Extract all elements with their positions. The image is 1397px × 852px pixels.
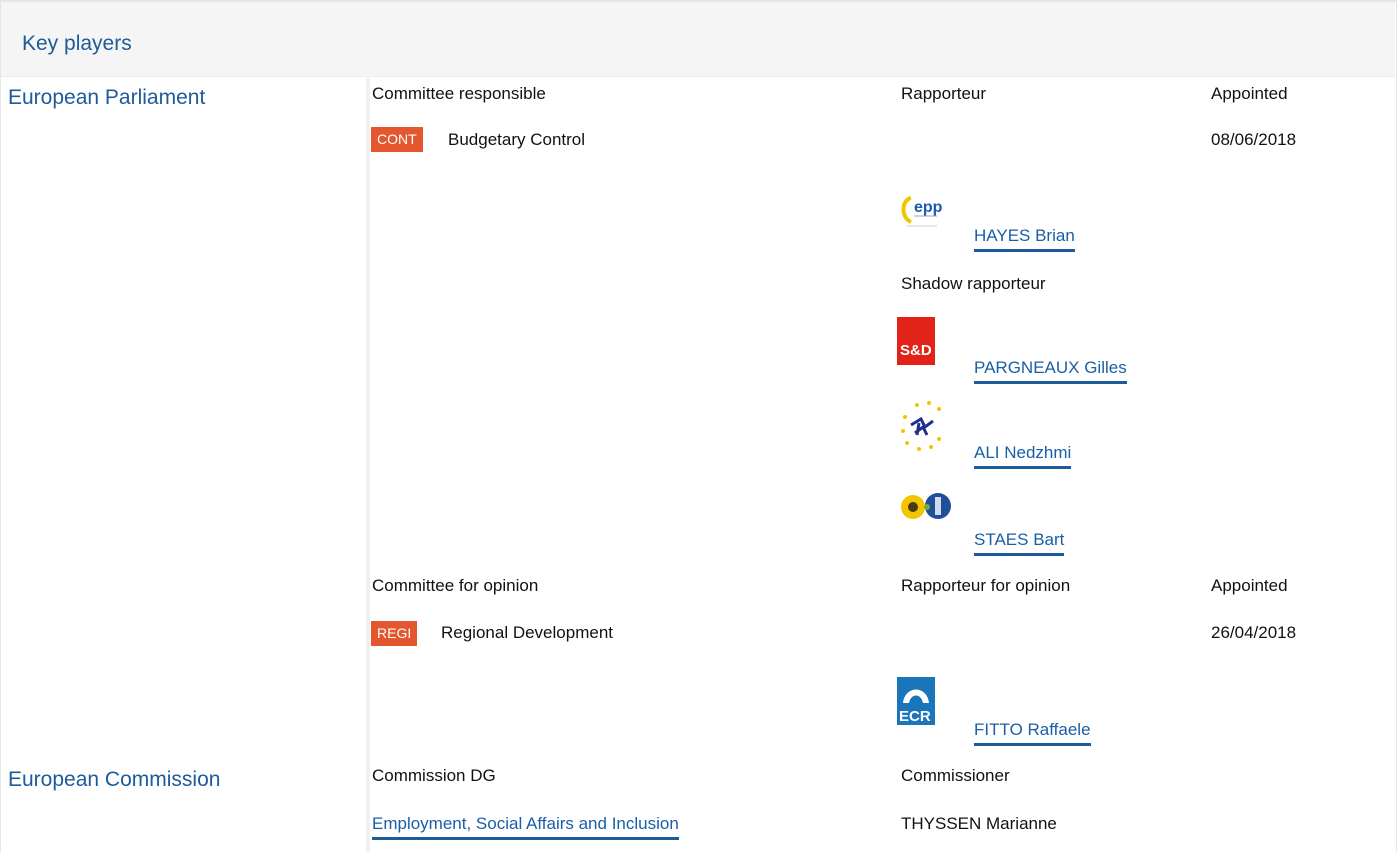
commission-dg-link[interactable]: Employment, Social Affairs and Inclusion — [372, 814, 679, 840]
commission-dg-header: Commission DG — [372, 766, 496, 785]
column-divider — [366, 78, 370, 852]
opinion-rapporteur-link-fitto-raffaele[interactable]: FITTO Raffaele — [974, 720, 1091, 746]
shadow-link-ali-nedzhmi[interactable]: ALI Nedzhmi — [974, 443, 1072, 469]
greens-efa-logo-icon — [897, 487, 961, 551]
committee-code-badge: CONT — [371, 127, 423, 152]
rapporteur-link-hayes-brian[interactable]: HAYES Brian — [974, 226, 1075, 252]
commissioner-header: Commissioner — [901, 766, 1010, 785]
committee-responsible-header: Committee responsible — [372, 84, 546, 103]
alde-logo-icon — [897, 399, 961, 463]
epp-logo-text: epp — [914, 199, 943, 216]
committee-opinion-header: Committee for opinion — [372, 576, 539, 595]
opinion-committee-name: Regional Development — [441, 623, 613, 642]
committee-name: Budgetary Control — [448, 130, 586, 149]
epp-logo-icon: epp — [897, 182, 961, 246]
ecr-logo-icon: ECR — [897, 677, 935, 725]
institution-european-parliament: European Parliament — [8, 86, 206, 109]
rapporteur-header: Rapporteur — [901, 84, 987, 103]
commissioner-name: THYSSEN Marianne — [901, 814, 1057, 833]
opinion-appointed-date: 26/04/2018 — [1211, 623, 1297, 642]
section-header: Key players — [1, 2, 1395, 77]
institution-european-commission: European Commission — [8, 768, 221, 791]
shadow-rapporteur-label: Shadow rapporteur — [901, 274, 1046, 293]
appointed-header: Appointed — [1211, 84, 1288, 103]
sd-logo-text: S&D — [900, 342, 932, 359]
opinion-committee-code-badge: REGI — [371, 621, 418, 646]
shadow-link-staes-bart[interactable]: STAES Bart — [974, 530, 1065, 556]
shadow-link-pargneaux-gilles[interactable]: PARGNEAUX Gilles — [974, 358, 1127, 384]
key-players-panel — [0, 0, 1397, 852]
sd-logo-icon: S&D — [897, 317, 935, 365]
rapporteur-opinion-header: Rapporteur for opinion — [901, 576, 1071, 595]
section-title: Key players — [22, 32, 132, 55]
appointed-date: 08/06/2018 — [1211, 130, 1297, 149]
appointed-opinion-header: Appointed — [1211, 576, 1288, 595]
ecr-logo-text: ECR — [899, 708, 931, 725]
